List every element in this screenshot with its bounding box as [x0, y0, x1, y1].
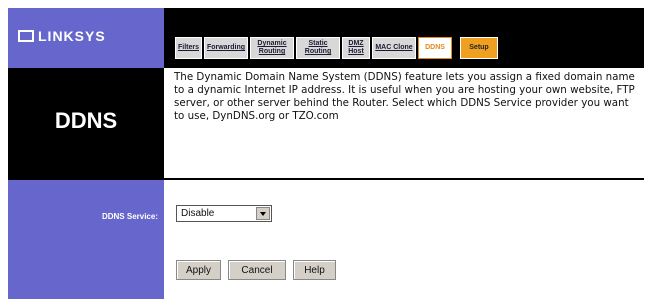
- ddns-service-value: Disable: [181, 208, 215, 219]
- cancel-button[interactable]: Cancel: [228, 260, 286, 280]
- logo-cell: LINKSYS: [8, 8, 164, 68]
- brand-name: LINKSYS: [38, 28, 106, 44]
- page-title-cell: DDNS: [8, 68, 164, 178]
- tab-dmz-host[interactable]: DMZ Host: [342, 37, 370, 59]
- linksys-logo: LINKSYS: [18, 28, 106, 44]
- tab-forwarding[interactable]: Forwarding: [204, 37, 248, 59]
- description-cell: The Dynamic Domain Name System (DDNS) fe…: [164, 68, 644, 178]
- page-title: DDNS: [54, 108, 118, 133]
- tab-dynamic-routing[interactable]: Dynamic Routing: [250, 37, 294, 59]
- tab-bar: Filters Forwarding Dynamic Routing Stati…: [175, 37, 498, 59]
- tab-ddns[interactable]: DDNS: [418, 37, 452, 59]
- help-button[interactable]: Help: [293, 260, 336, 280]
- router-admin-frame: LINKSYS Filters Forwarding Dynamic Routi…: [8, 8, 644, 299]
- tab-static-routing[interactable]: Static Routing: [296, 37, 340, 59]
- form-label-panel: DDNS Service:: [8, 180, 164, 299]
- tab-setup[interactable]: Setup: [460, 37, 498, 59]
- form-panel: Disable Apply Cancel Help: [164, 180, 644, 299]
- tab-mac-clone[interactable]: MAC Clone: [372, 37, 416, 59]
- chevron-down-icon[interactable]: [256, 207, 270, 220]
- ddns-service-select[interactable]: Disable: [176, 205, 272, 222]
- apply-button[interactable]: Apply: [176, 260, 221, 280]
- ddns-service-label: DDNS Service:: [101, 212, 158, 221]
- linksys-logo-icon: [18, 30, 34, 42]
- page-description: The Dynamic Domain Name System (DDNS) fe…: [174, 71, 635, 122]
- tab-filters[interactable]: Filters: [175, 37, 202, 59]
